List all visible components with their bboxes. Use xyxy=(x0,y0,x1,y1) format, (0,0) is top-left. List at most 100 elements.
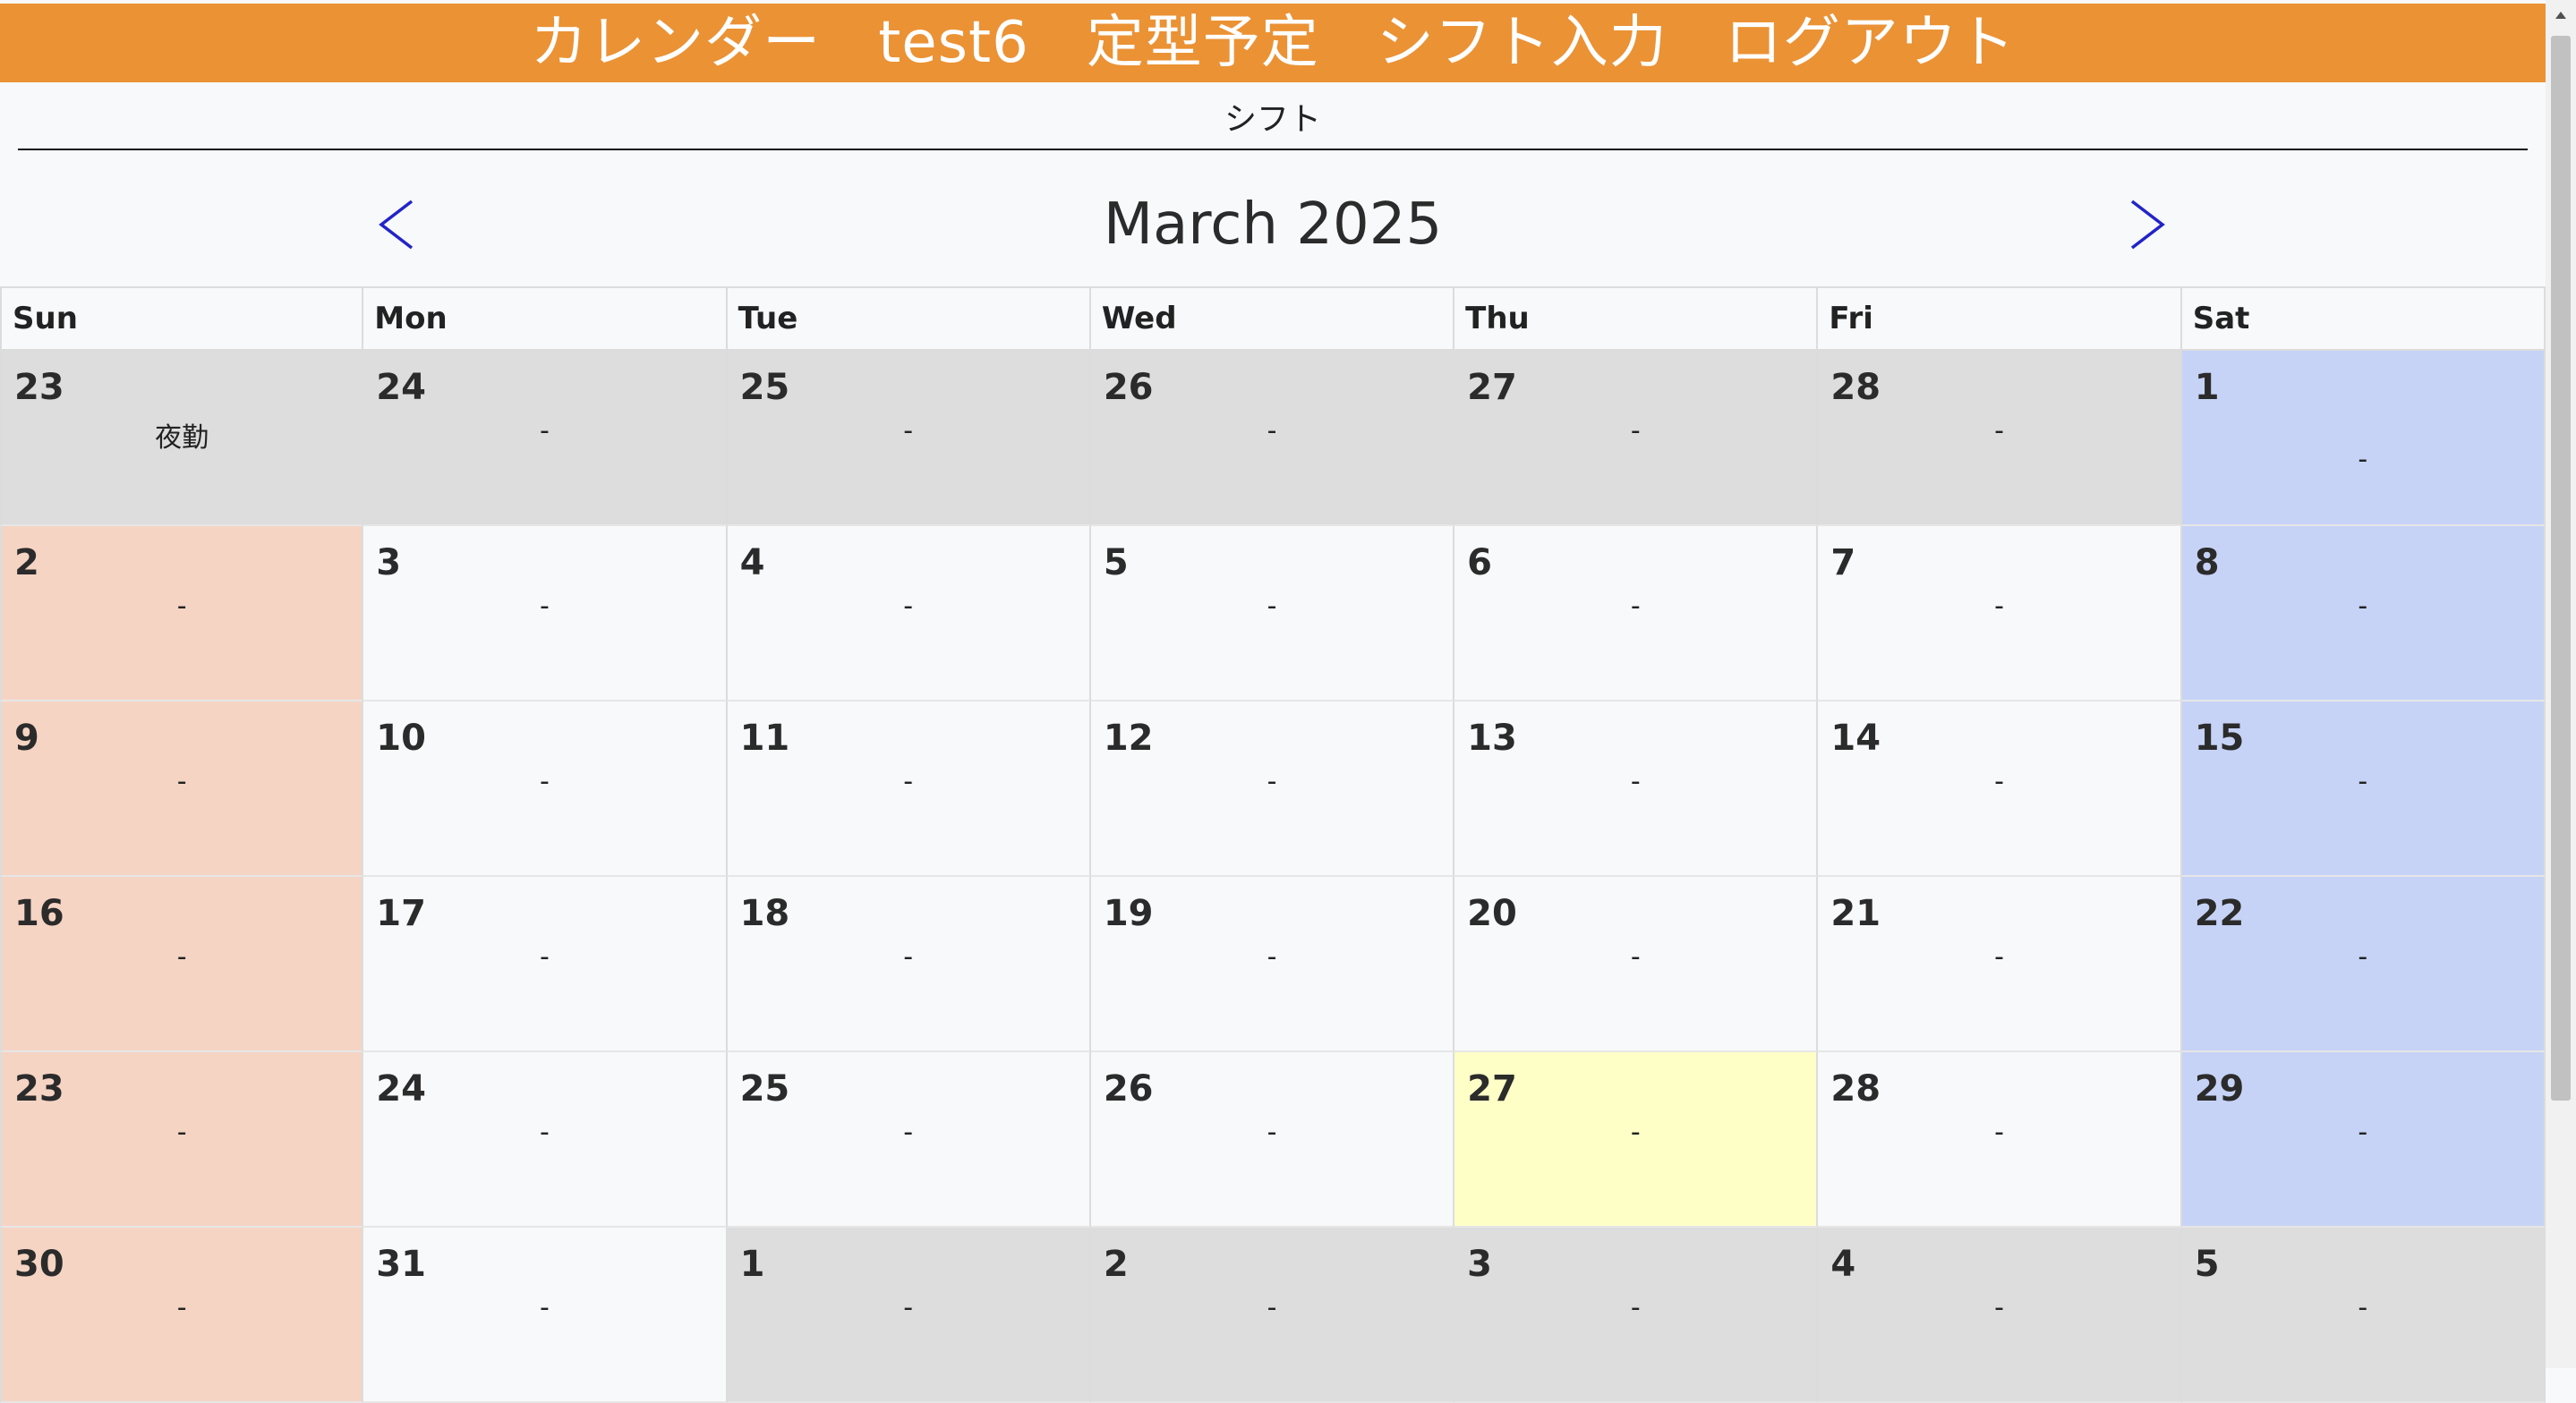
day-cell[interactable]: 24 - xyxy=(363,1052,728,1228)
day-number: 10 xyxy=(376,718,426,759)
next-month-button[interactable] xyxy=(2116,184,2179,265)
day-shift-label: - xyxy=(1267,1117,1277,1148)
day-number: 11 xyxy=(739,718,790,759)
day-cell[interactable]: 5- xyxy=(2181,1228,2546,1403)
weekday-header-thu: Thu xyxy=(1454,286,1819,351)
page-subtitle: シフト xyxy=(1224,101,1321,138)
day-number: 22 xyxy=(2194,893,2245,934)
day-cell[interactable]: 28 - xyxy=(1818,1052,2182,1228)
day-shift-label: - xyxy=(1630,1292,1641,1323)
day-shift-label: - xyxy=(1630,591,1641,622)
day-cell[interactable]: 11 - xyxy=(727,702,1091,877)
day-cell[interactable]: 3- xyxy=(363,526,728,702)
day-cell[interactable]: 23 - xyxy=(0,1052,364,1228)
day-cell[interactable]: 25 - xyxy=(727,351,1091,526)
day-shift-label: - xyxy=(1630,415,1641,446)
nav-recurring-link[interactable]: 定型予定 xyxy=(1087,4,1319,82)
day-shift-label: - xyxy=(1267,591,1277,622)
nav-calendar-link[interactable]: カレンダー xyxy=(530,4,821,82)
scroll-up-arrow-icon[interactable] xyxy=(2546,0,2576,30)
day-cell[interactable]: 21 - xyxy=(1818,877,2182,1052)
day-cell[interactable]: 8- xyxy=(2181,526,2546,702)
day-cell[interactable]: 28 - xyxy=(1818,351,2182,526)
day-cell[interactable]: 1- xyxy=(727,1228,1091,1403)
day-number: 16 xyxy=(14,893,64,934)
day-shift-label: - xyxy=(1994,766,2004,797)
day-number: 12 xyxy=(1103,718,1154,759)
day-cell[interactable]: 4- xyxy=(1818,1228,2182,1403)
day-number: 23 xyxy=(14,367,64,408)
day-number: 8 xyxy=(2194,542,2220,583)
day-cell[interactable]: 3- xyxy=(1454,1228,1819,1403)
day-number: 1 xyxy=(739,1244,765,1285)
chevron-left-icon xyxy=(379,200,414,250)
day-number: 2 xyxy=(14,542,39,583)
day-cell[interactable]: 24 - xyxy=(363,351,728,526)
day-cell[interactable]: 4- xyxy=(727,526,1091,702)
nav-shift-input-link[interactable]: シフト入力 xyxy=(1377,4,1668,82)
day-shift-label: - xyxy=(2358,1117,2368,1148)
day-cell[interactable]: 2- xyxy=(1090,1228,1455,1403)
day-cell[interactable]: 1- xyxy=(2181,351,2546,526)
day-shift-label: - xyxy=(1267,415,1277,446)
day-shift-label: - xyxy=(1994,415,2004,446)
day-number: 28 xyxy=(1830,1068,1881,1110)
day-number: 27 xyxy=(1467,367,1517,408)
day-cell[interactable]: 2- xyxy=(0,526,364,702)
day-number: 19 xyxy=(1103,893,1154,934)
day-shift-label: - xyxy=(540,1292,550,1323)
day-cell[interactable]: 29 - xyxy=(2181,1052,2546,1228)
scrollbar[interactable] xyxy=(2546,0,2576,1368)
day-number: 21 xyxy=(1830,893,1881,934)
day-shift-label: - xyxy=(2358,766,2368,797)
day-number: 23 xyxy=(14,1068,64,1110)
day-cell[interactable]: 27 - xyxy=(1454,1052,1819,1228)
day-cell[interactable]: 19 - xyxy=(1090,877,1455,1052)
day-cell[interactable]: 20 - xyxy=(1454,877,1819,1052)
day-cell[interactable]: 30 - xyxy=(0,1228,364,1403)
day-cell[interactable]: 7- xyxy=(1818,526,2182,702)
day-shift-label: - xyxy=(540,941,550,973)
month-navigation: March 2025 xyxy=(0,184,2546,265)
day-cell[interactable]: 27 - xyxy=(1454,351,1819,526)
day-shift-label: - xyxy=(176,1117,187,1148)
day-cell[interactable]: 14 - xyxy=(1818,702,2182,877)
day-cell[interactable]: 22 - xyxy=(2181,877,2546,1052)
day-cell[interactable]: 31 - xyxy=(363,1228,728,1403)
day-cell[interactable]: 16 - xyxy=(0,877,364,1052)
day-shift-label: - xyxy=(540,766,550,797)
divider xyxy=(18,149,2528,150)
day-number: 29 xyxy=(2194,1068,2245,1110)
day-cell[interactable]: 18 - xyxy=(727,877,1091,1052)
scrollbar-thumb[interactable] xyxy=(2551,36,2571,1101)
day-number: 20 xyxy=(1467,893,1517,934)
day-cell[interactable]: 26 - xyxy=(1090,351,1455,526)
day-shift-label: 夜勤 xyxy=(155,422,209,454)
day-cell[interactable]: 13 - xyxy=(1454,702,1819,877)
day-shift-label: - xyxy=(2358,444,2368,475)
prev-month-button[interactable] xyxy=(365,184,428,265)
day-shift-label: - xyxy=(1630,766,1641,797)
day-cell[interactable]: 25 - xyxy=(727,1052,1091,1228)
day-cell[interactable]: 23 夜勤 xyxy=(0,351,364,526)
weekday-header-sat: Sat xyxy=(2181,286,2546,351)
day-number: 4 xyxy=(1830,1244,1856,1285)
day-shift-label: - xyxy=(540,415,550,446)
day-cell[interactable]: 6- xyxy=(1454,526,1819,702)
day-cell[interactable]: 17 - xyxy=(363,877,728,1052)
day-cell[interactable]: 5- xyxy=(1090,526,1455,702)
day-number: 3 xyxy=(1467,1244,1492,1285)
nav-logout-link[interactable]: ログアウト xyxy=(1725,4,2016,82)
day-number: 15 xyxy=(2194,718,2245,759)
day-shift-label: - xyxy=(1630,941,1641,973)
day-shift-label: - xyxy=(1267,1292,1277,1323)
day-cell[interactable]: 26 - xyxy=(1090,1052,1455,1228)
day-cell[interactable]: 15 - xyxy=(2181,702,2546,877)
day-cell[interactable]: 10 - xyxy=(363,702,728,877)
nav-user-link[interactable]: test6 xyxy=(878,4,1029,82)
day-cell[interactable]: 12 - xyxy=(1090,702,1455,877)
top-navbar: カレンダー test6 定型予定 シフト入力 ログアウト xyxy=(0,4,2546,82)
day-number: 30 xyxy=(14,1244,64,1285)
day-number: 25 xyxy=(739,1068,790,1110)
day-cell[interactable]: 9- xyxy=(0,702,364,877)
